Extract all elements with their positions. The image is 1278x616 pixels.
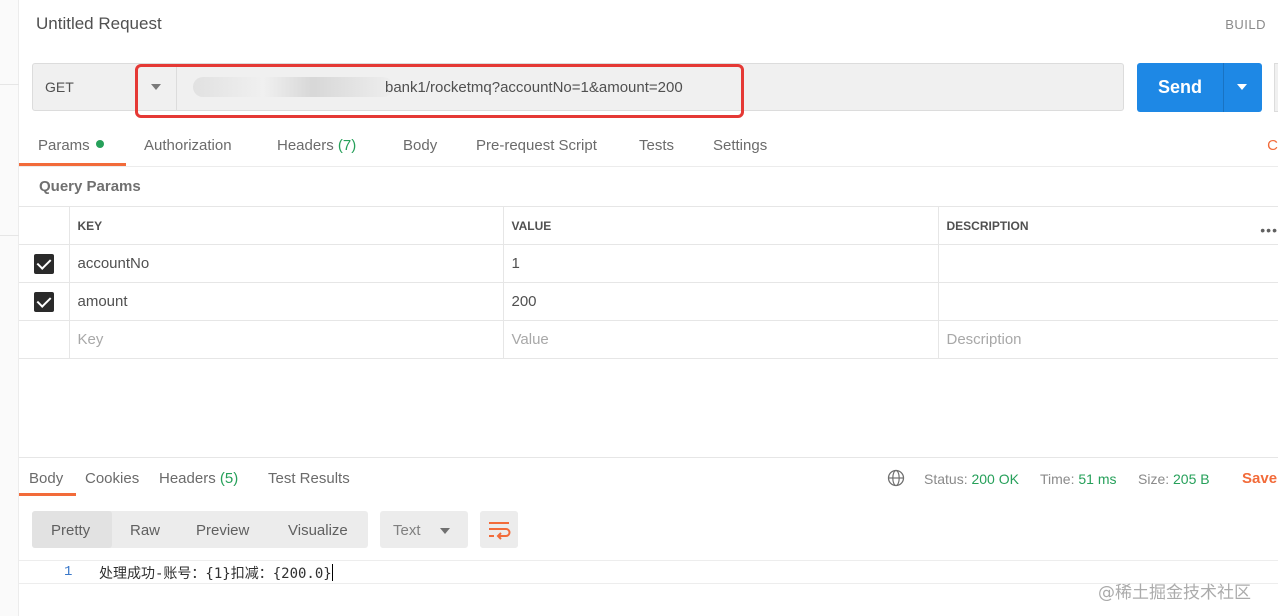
table-row: accountNo 1 [19,244,1278,283]
tab-headers[interactable]: Headers (7) [277,137,356,154]
tab-prerequest-script[interactable]: Pre-request Script [476,137,597,154]
param-key-cell[interactable]: accountNo [69,244,504,283]
mode-preview[interactable]: Preview [196,522,249,539]
tab-authorization[interactable]: Authorization [144,137,232,154]
new-value-input[interactable]: Value [503,320,939,359]
text-cursor [331,564,333,581]
tab-response-headers[interactable]: Headers (5) [159,470,238,487]
save-response-button[interactable]: Save [1242,470,1277,487]
send-label: Send [1157,77,1202,97]
tab-tests[interactable]: Tests [639,137,674,154]
query-params-table: KEY VALUE DESCRIPTION accountNo 1 amount… [19,206,1278,359]
mode-visualize[interactable]: Visualize [288,522,348,539]
build-mode-label[interactable]: BUILD [1225,17,1266,32]
param-description-cell[interactable] [938,282,1278,321]
tab-body[interactable]: Body [403,137,437,154]
tab-response-cookies[interactable]: Cookies [85,470,139,487]
column-header-value: VALUE [503,206,939,245]
format-label: Text [393,522,421,539]
tab-test-results[interactable]: Test Results [268,470,350,487]
new-description-input[interactable]: Description [938,320,1278,359]
column-header-description: DESCRIPTION [938,206,1278,245]
param-enabled-checkbox[interactable] [33,253,54,274]
param-value-cell[interactable]: 1 [503,244,939,283]
save-button-stub[interactable] [1274,63,1278,112]
param-description-cell[interactable] [938,244,1278,283]
globe-icon[interactable] [887,469,905,487]
request-title[interactable]: Untitled Request [36,14,162,34]
wrap-lines-icon[interactable] [480,511,518,548]
url-highlight-annotation [135,64,744,118]
format-select[interactable]: Text [380,511,468,548]
size-readout: Size: 205 B [1138,471,1210,487]
query-params-label: Query Params [39,178,141,195]
param-enabled-checkbox[interactable] [33,291,54,312]
tab-params[interactable]: Params [38,137,104,154]
body-view-modes: Pretty Raw Preview Visualize [32,511,368,548]
time-readout: Time: 51 ms [1040,471,1117,487]
tab-settings[interactable]: Settings [713,137,767,154]
response-body-text[interactable]: 处理成功-账号：{1}扣减：{200.0} [99,563,333,583]
table-row: amount 200 [19,282,1278,321]
send-button[interactable]: Send [1137,63,1262,112]
line-number: 1 [64,564,73,580]
cookies-link-clipped[interactable]: C [1267,137,1278,154]
tab-response-body[interactable]: Body [29,470,63,487]
table-row-new: Key Value Description [19,320,1278,359]
table-header-row: KEY VALUE DESCRIPTION [19,206,1278,245]
send-options-chevron-icon[interactable] [1237,84,1247,90]
new-key-input[interactable]: Key [69,320,504,359]
status-readout: Status: 200 OK [924,471,1019,487]
left-sidebar-edge [0,0,19,616]
param-key-cell[interactable]: amount [69,282,504,321]
params-indicator-dot [95,140,104,148]
method-label: GET [45,79,74,95]
more-options-icon[interactable]: ••• [1260,222,1278,238]
chevron-down-icon [440,528,450,534]
active-tab-underline [19,493,76,496]
mode-raw[interactable]: Raw [130,522,160,539]
watermark: @稀土掘金技术社区 [1098,583,1251,603]
column-header-key: KEY [69,206,504,245]
param-value-cell[interactable]: 200 [503,282,939,321]
mode-pretty[interactable]: Pretty [51,522,90,539]
